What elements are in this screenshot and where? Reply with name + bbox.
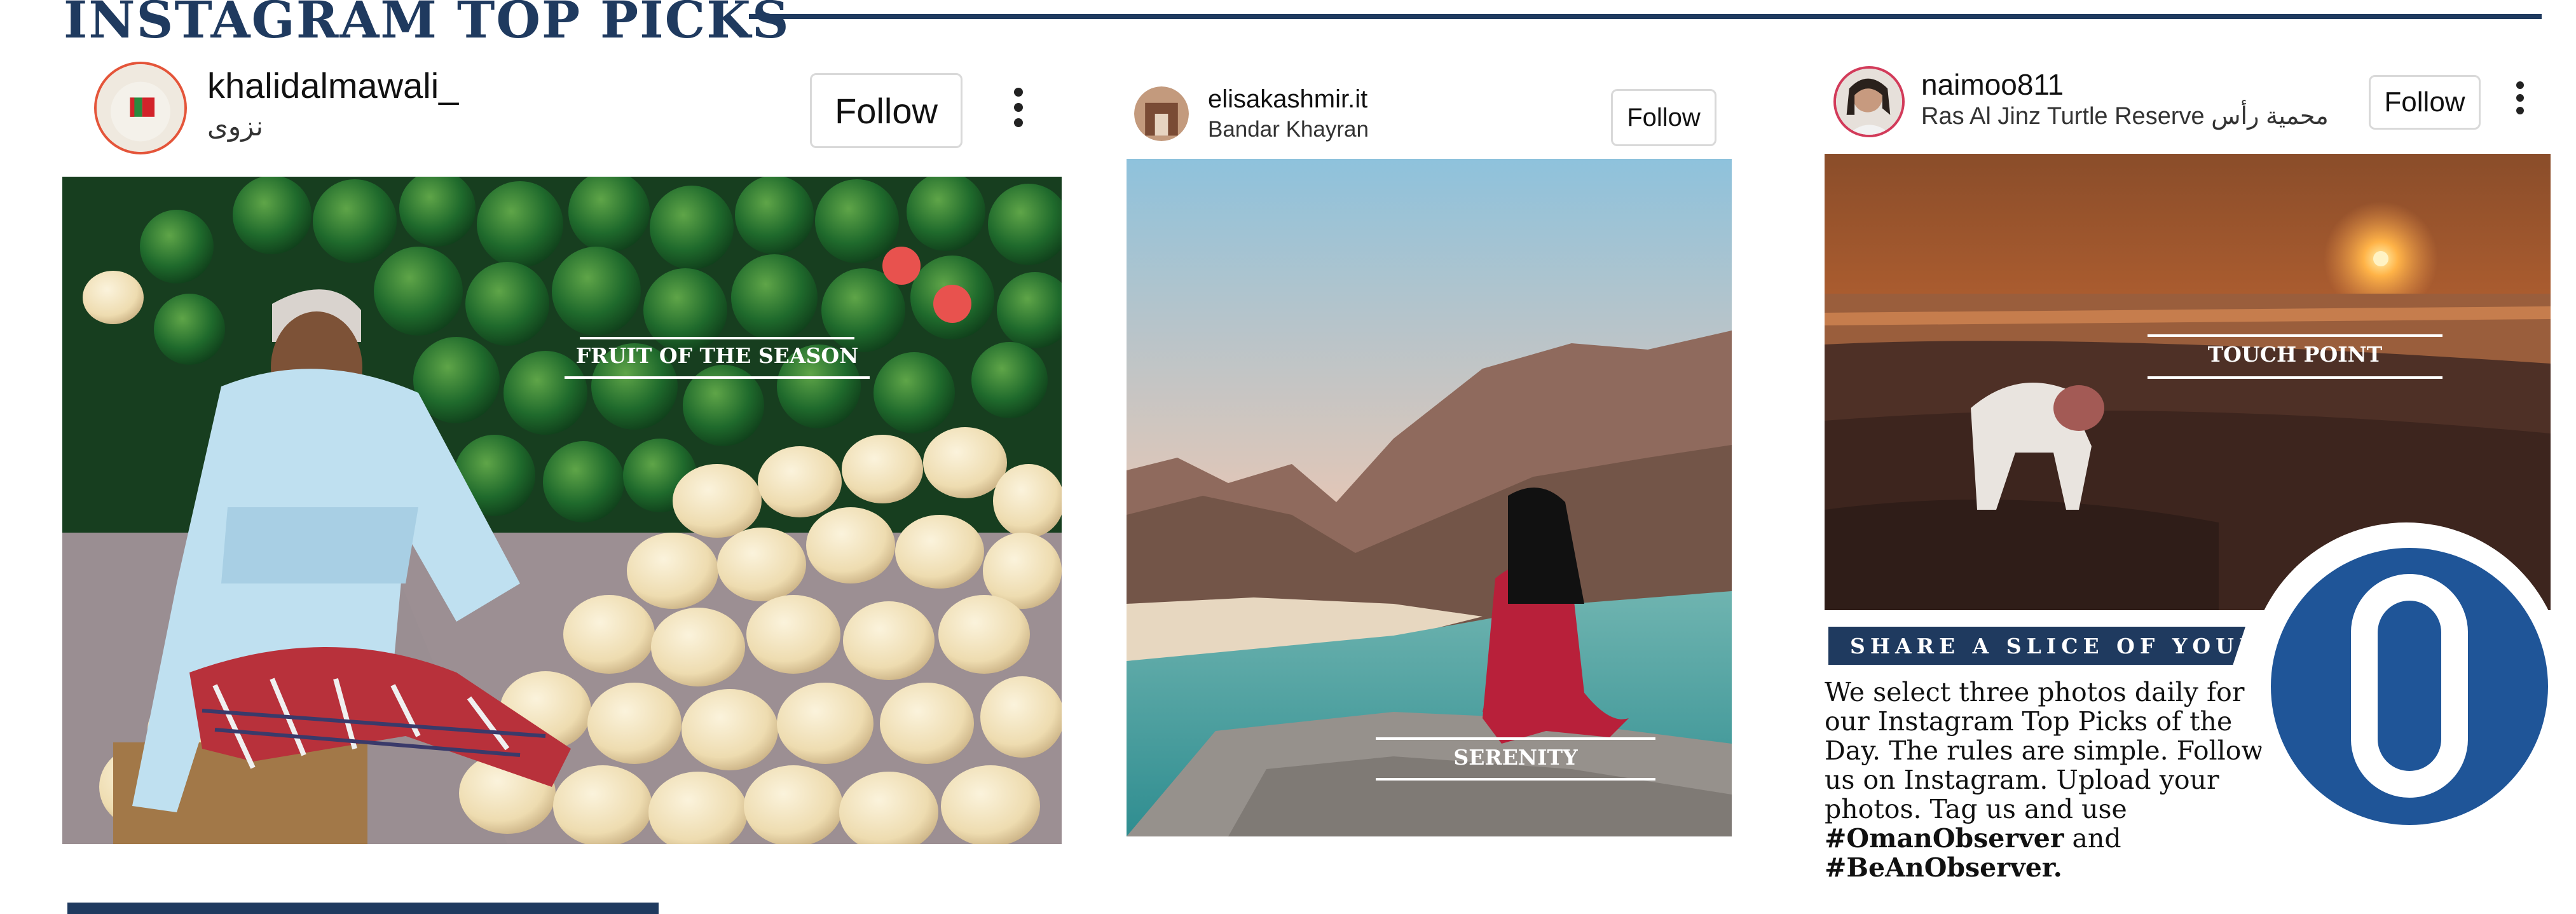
location[interactable]: نزوى [207,111,263,142]
username[interactable]: khalidalmawali_ [207,65,458,106]
user-avatar[interactable] [1833,66,1905,137]
photo-caption: TOUCH POINT [2148,332,2442,383]
follow-button[interactable]: Follow [810,73,963,148]
post-header: naimoo811 Ras Al Jinz Turtle Reserve محم… [1825,60,2551,154]
more-options-icon[interactable] [2515,81,2525,114]
follow-button[interactable]: Follow [1611,89,1716,146]
footer-bar [67,903,659,914]
photo-caption: SERENITY [1376,733,1655,784]
username[interactable]: elisakashmir.it [1208,85,1367,114]
username[interactable]: naimoo811 [1921,67,2064,102]
post-photo[interactable]: FRUIT OF THE SEASON [62,177,1062,844]
header-divider [749,14,2542,19]
hashtag-beanobserver: #BeAnObserver. [1825,852,2062,883]
location[interactable]: Ras Al Jinz Turtle Reserve محمية رأس [1921,102,2329,130]
more-options-icon[interactable] [1012,88,1025,127]
follow-button[interactable]: Follow [2369,75,2481,130]
post-header: elisakashmir.it Bandar Khayran Follow [1127,70,1732,159]
post-header: khalidalmawali_ نزوى Follow [62,56,1062,177]
hashtag-omanobserver: #OmanObserver [1825,823,2064,854]
user-avatar[interactable] [94,62,187,154]
share-banner: SHARE A SLICE OF YOUR LIFE [1828,627,2245,665]
user-avatar[interactable] [1134,86,1189,141]
share-description: We select three photos daily for our Ins… [1825,677,2264,883]
photo-caption: FRUIT OF THE SEASON [565,334,870,385]
page-title: INSTAGRAM TOP PICKS [64,0,790,50]
location[interactable]: Bandar Khayran [1208,117,1369,142]
post-photo[interactable]: SERENITY [1127,159,1732,836]
observer-logo-letter [2351,574,2468,798]
watermelon-market-image [62,177,1062,844]
